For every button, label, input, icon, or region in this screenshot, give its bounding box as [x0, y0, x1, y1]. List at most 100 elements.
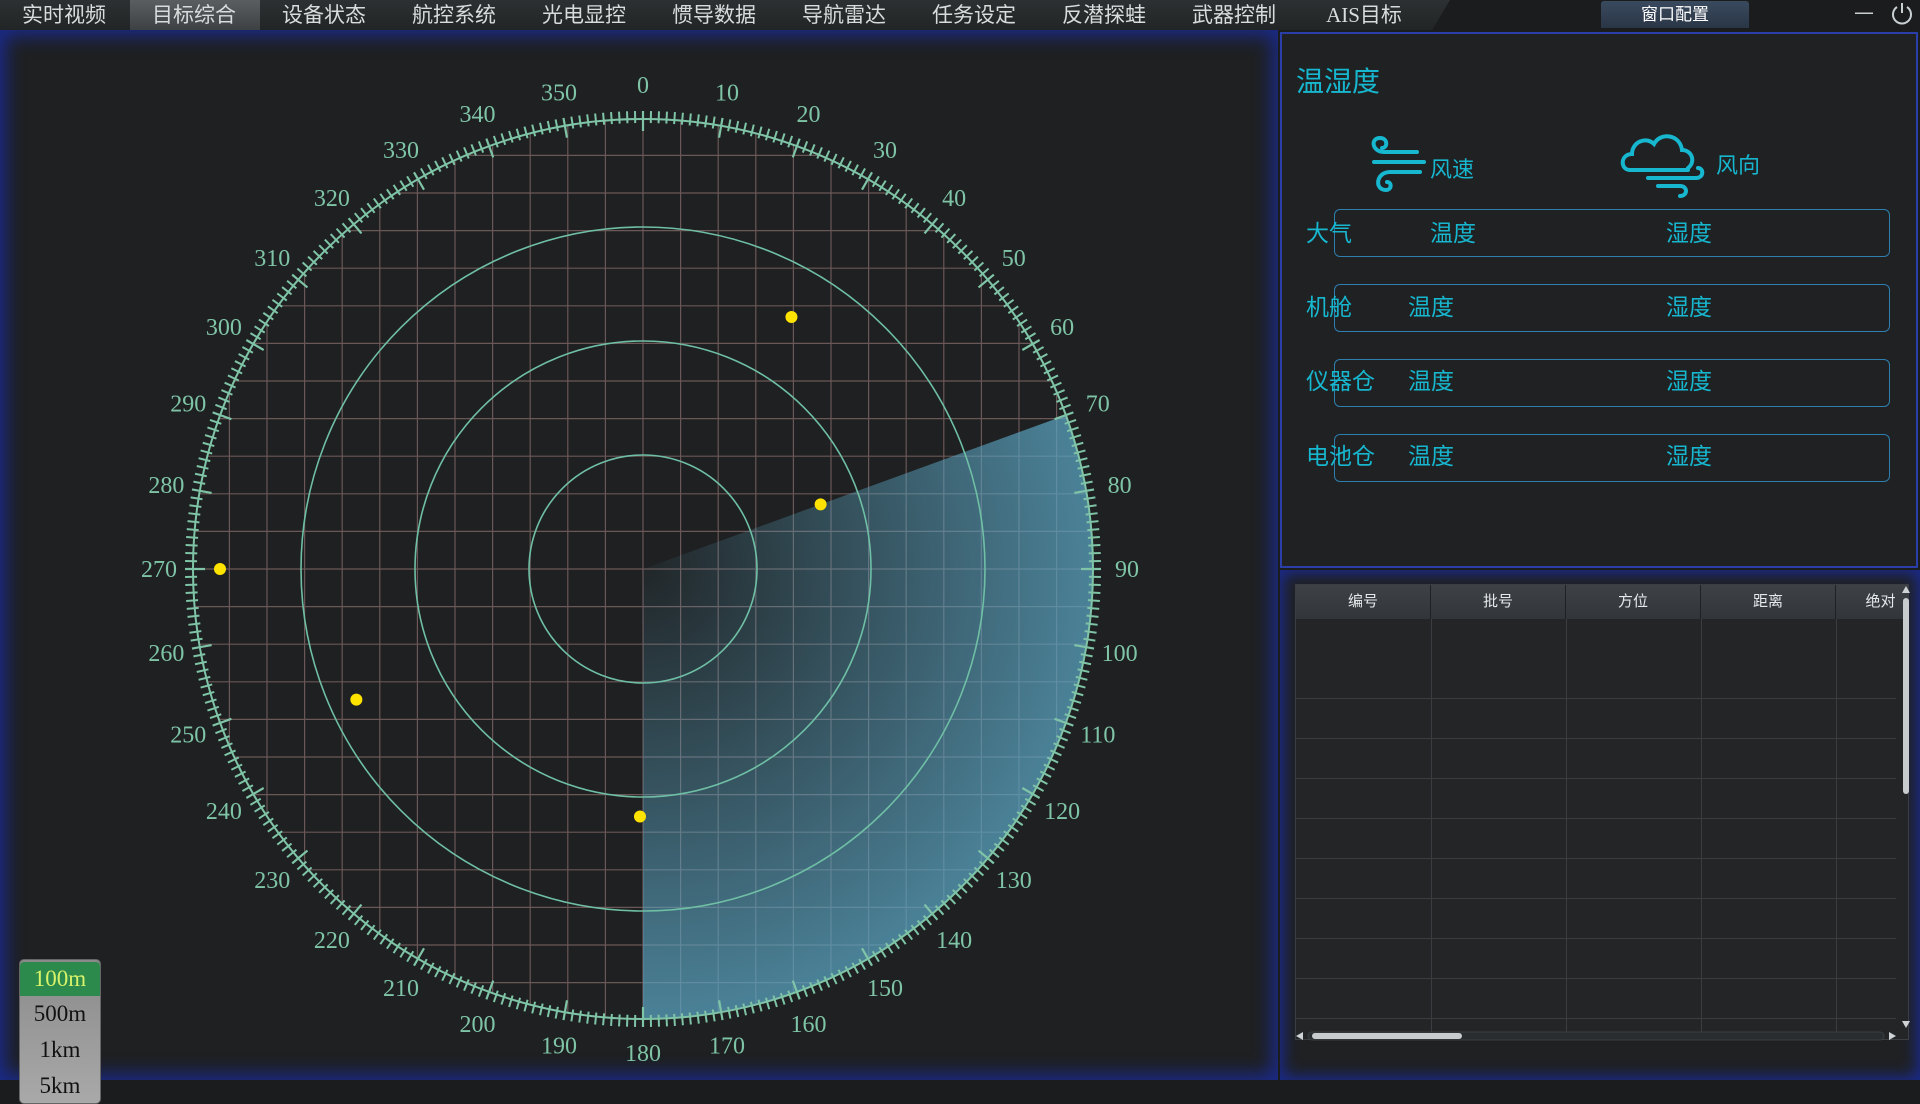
bearing-label: 330 [383, 138, 419, 164]
tab-label: 武器控制 [1192, 3, 1276, 27]
table-row[interactable] [1296, 859, 1896, 899]
bearing-tick [1057, 397, 1068, 401]
bearing-label: 350 [541, 80, 577, 106]
table-row[interactable] [1296, 699, 1896, 739]
column-header-distance[interactable]: 距离 [1701, 585, 1836, 619]
bearing-label: 70 [1086, 391, 1110, 417]
bearing-tick [563, 118, 566, 138]
column-header-bearing[interactable]: 方位 [1566, 585, 1701, 619]
range-option-100m[interactable]: 100m [20, 962, 100, 996]
bearing-tick [705, 115, 707, 127]
range-option-5km[interactable]: 5km [20, 1069, 100, 1103]
tab-10[interactable]: 武器控制 [1170, 0, 1320, 30]
radar-target [350, 694, 362, 706]
bearing-tick [186, 592, 198, 593]
bearing-tick [563, 1000, 566, 1020]
table-row[interactable] [1296, 819, 1896, 859]
bearing-tick [603, 113, 604, 125]
bearing-tick [187, 608, 199, 609]
bearing-tick [186, 545, 198, 546]
tab-label: 导航雷达 [802, 3, 886, 27]
bearing-tick [674, 1014, 675, 1026]
window-config-button[interactable]: 窗口配置 [1601, 1, 1749, 28]
bearing-tick [611, 1014, 612, 1026]
bearing-tick [1088, 537, 1100, 538]
tab-11[interactable]: AIS目标 [1300, 0, 1450, 30]
bearing-tick [192, 489, 212, 492]
bearing-tick [494, 136, 498, 147]
tab-9[interactable]: 反潜探蛙 [1040, 0, 1190, 30]
bearing-tick [548, 121, 550, 133]
table-row[interactable] [1296, 739, 1896, 779]
wind-direction-icon [1618, 126, 1710, 200]
bearing-tick [690, 114, 691, 126]
column-header-batch[interactable]: 批号 [1431, 585, 1566, 619]
bearing-tick [205, 435, 216, 439]
bearing-label: 290 [170, 391, 206, 417]
table-row[interactable] [1296, 899, 1896, 939]
column-header-id[interactable]: 编号 [1296, 585, 1431, 619]
range-option-500m[interactable]: 500m [20, 997, 100, 1031]
table-row[interactable] [1296, 979, 1896, 1019]
bearing-label: 300 [206, 315, 242, 341]
bearing-tick [215, 405, 226, 409]
tab-3[interactable]: 设备状态 [260, 0, 410, 30]
bearing-tick [690, 1013, 691, 1025]
horizontal-scrollbar[interactable] [1296, 1030, 1896, 1042]
table-column-divider [1701, 619, 1702, 1039]
table-row[interactable] [1296, 939, 1896, 979]
bearing-tick [736, 121, 738, 133]
wind-speed-label: 风速 [1430, 152, 1474, 184]
temperature-label: 温度 [1408, 362, 1454, 396]
radar-scope[interactable]: 0102030405060708090100110120130140150160… [0, 30, 1278, 1080]
bearing-tick [611, 112, 612, 124]
bearing-label: 140 [936, 928, 972, 954]
table-row[interactable] [1296, 659, 1896, 699]
bearing-tick [548, 1005, 550, 1017]
vertical-scrollbar[interactable] [1900, 586, 1912, 1028]
bearing-label: 160 [791, 1012, 827, 1038]
tab-5[interactable]: 光电显控 [520, 0, 670, 30]
tab-1[interactable]: 实时视频 [0, 0, 150, 30]
tab-label: 目标综合 [152, 3, 236, 27]
tab-2[interactable]: 目标综合 [130, 0, 280, 30]
bearing-tick [556, 119, 558, 131]
tab-label: 航控系统 [412, 3, 496, 27]
tab-7[interactable]: 导航雷达 [780, 0, 930, 30]
tab-6[interactable]: 惯导数据 [650, 0, 800, 30]
bearing-tick [210, 420, 221, 424]
power-icon[interactable] [1889, 1, 1915, 27]
bearing-tick [743, 123, 746, 135]
bearing-label: 20 [797, 102, 821, 128]
bearing-tick [197, 669, 209, 672]
bearing-tick [524, 127, 527, 139]
bearing-tick [215, 729, 226, 733]
range-selector: 100m 500m 1km 5km [19, 959, 101, 1104]
bearing-tick [188, 623, 200, 624]
column-header-absolute[interactable]: 绝对 [1836, 585, 1909, 619]
bearing-tick [218, 397, 229, 401]
bearing-tick [810, 144, 814, 155]
bearing-tick [666, 1014, 667, 1026]
table-column-divider [1566, 619, 1567, 1039]
humidity-label: 湿度 [1666, 437, 1712, 471]
bearing-tick [713, 117, 715, 129]
bearing-tick [571, 1010, 573, 1022]
bearing-tick [719, 118, 722, 138]
bearing-label: 120 [1044, 799, 1080, 825]
bearing-tick [501, 993, 505, 1004]
range-option-1km[interactable]: 1km [20, 1033, 100, 1067]
bearing-tick [201, 684, 213, 687]
table-row[interactable] [1296, 779, 1896, 819]
bearing-tick [571, 117, 573, 129]
env-row-label: 仪器仓 [1306, 362, 1375, 396]
target-table[interactable]: 编号 批号 方位 距离 绝对 [1295, 584, 1909, 1040]
tab-4[interactable]: 航控系统 [390, 0, 540, 30]
tab-8[interactable]: 任务设定 [910, 0, 1060, 30]
minimize-icon[interactable]: — [1852, 2, 1876, 26]
bearing-tick [193, 654, 205, 656]
bearing-tick [1088, 600, 1100, 601]
radar-target [815, 498, 827, 510]
bearing-tick [210, 714, 221, 718]
bearing-label: 30 [873, 138, 897, 164]
